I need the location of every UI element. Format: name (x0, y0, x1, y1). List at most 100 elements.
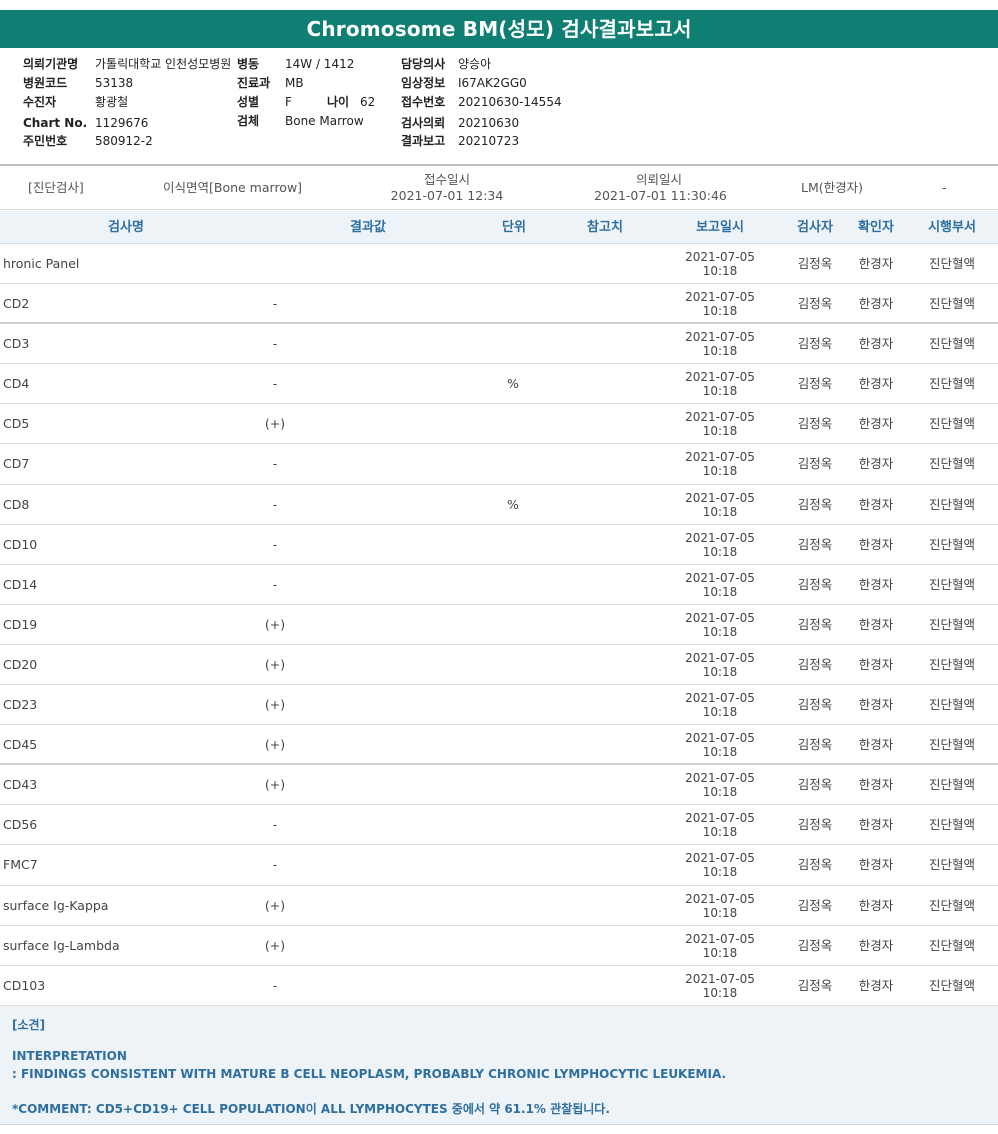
test-name: surface Ig-Kappa (3, 897, 109, 913)
clinical-info-value: I67AK2GG0 (458, 76, 527, 90)
report-datetime: 2021-07-05 10:18 (670, 565, 770, 605)
report-title: Chromosome BM(성모) 검사결과보고서 (0, 10, 998, 48)
dept-value: 진단혈액 (928, 296, 975, 312)
result-value: (+) (264, 416, 286, 432)
confirmer-value: 한경자 (858, 616, 894, 632)
unit-value (483, 324, 543, 364)
result-value: (+) (264, 777, 286, 793)
report-datetime: 2021-07-05 10:18 (670, 645, 770, 685)
requested-value: 2021-07-01 11:30:46 (594, 188, 727, 203)
unit-value (483, 966, 543, 1006)
hospital-code-value: 53138 (95, 76, 134, 90)
report-date: 2021-07-05 (685, 490, 755, 505)
result-report-label: 결과보고 (401, 134, 446, 148)
test-request-label: 검사의뢰 (401, 116, 446, 130)
report-date: 2021-07-05 (685, 771, 755, 786)
table-row: CD14 - 김정옥 한경자 진단혈액 2021-07-05 10:18 (0, 565, 998, 605)
interpretation-label: INTERPRETATION (12, 1049, 127, 1063)
patient-label: 수진자 (23, 95, 57, 109)
tester-value: 김정옥 (797, 817, 833, 833)
report-datetime: 2021-07-05 10:18 (670, 364, 770, 404)
report-time: 10:18 (702, 344, 738, 359)
institution-label: 의뢰기관명 (23, 57, 79, 71)
order-category: [진단검사] (28, 180, 84, 195)
tester-value: 김정옥 (797, 576, 833, 592)
tester-value: 김정옥 (797, 977, 833, 993)
report-date: 2021-07-05 (685, 450, 755, 465)
tester-value: 김정옥 (797, 857, 833, 873)
bottom-divider (0, 1124, 998, 1134)
result-value: - (272, 376, 278, 392)
confirmer-value: 한경자 (858, 817, 894, 833)
tester-value: 김정옥 (797, 416, 833, 432)
received-value: 2021-07-01 12:34 (390, 188, 504, 203)
col-tester-header: 검사자 (797, 220, 833, 235)
tester-value: 김정옥 (797, 336, 833, 352)
tester-value: 김정옥 (797, 937, 833, 953)
table-row: CD7 - 김정옥 한경자 진단혈액 2021-07-05 10:18 (0, 444, 998, 485)
confirmer-value: 한경자 (858, 456, 894, 472)
clinical-info-label: 임상정보 (401, 76, 446, 90)
department-label: 진료과 (237, 76, 271, 90)
age-label: 나이 (327, 95, 350, 109)
report-datetime: 2021-07-05 10:18 (670, 725, 770, 765)
report-date: 2021-07-05 (685, 530, 755, 545)
unit-value (483, 886, 543, 926)
doctor-label: 담당의사 (401, 57, 446, 71)
report-date: 2021-07-05 (685, 330, 755, 345)
confirmer-value: 한경자 (858, 697, 894, 713)
unit-value (483, 284, 543, 324)
requested-label: 의뢰일시 (635, 172, 682, 187)
resident-no-value: 580912-2 (95, 134, 153, 148)
receipt-no-label: 접수번호 (401, 95, 446, 109)
dept-value: 진단혈액 (928, 697, 975, 713)
unit-value (483, 444, 543, 484)
sex-label: 성별 (237, 95, 260, 109)
received-label: 접수일시 (423, 172, 470, 187)
dept-value: 진단혈액 (928, 536, 975, 552)
confirmer-value: 한경자 (858, 977, 894, 993)
dept-value: 진단혈액 (928, 456, 975, 472)
table-row: CD43 (+) 김정옥 한경자 진단혈액 2021-07-05 10:18 (0, 765, 998, 806)
chart-no-label: Chart No. (23, 116, 88, 130)
unit-value (483, 645, 543, 685)
result-value: - (272, 857, 278, 873)
table-row: CD2 - 김정옥 한경자 진단혈액 2021-07-05 10:18 (0, 284, 998, 325)
report-datetime: 2021-07-05 10:18 (670, 324, 770, 364)
sex-value: F (285, 95, 292, 109)
result-value: (+) (264, 656, 286, 672)
report-datetime: 2021-07-05 10:18 (670, 765, 770, 805)
result-value: (+) (264, 897, 286, 913)
receipt-no-value: 20210630-14554 (458, 95, 562, 109)
dept-value: 진단혈액 (928, 737, 975, 753)
col-reference-header: 참고치 (587, 220, 623, 235)
specimen-value: Bone Marrow (285, 114, 364, 128)
tester-value: 김정옥 (797, 496, 833, 512)
report-datetime: 2021-07-05 10:18 (670, 605, 770, 645)
report-date: 2021-07-05 (685, 290, 755, 305)
report-datetime: 2021-07-05 10:18 (670, 886, 770, 926)
report-time: 10:18 (702, 544, 738, 559)
tester-value: 김정옥 (797, 256, 833, 271)
dept-value: 진단혈액 (928, 576, 975, 592)
comment-text: *COMMENT: CD5+CD19+ CELL POPULATION이 ALL… (12, 1102, 610, 1116)
department-value: MB (285, 76, 304, 90)
table-row: CD56 - 김정옥 한경자 진단혈액 2021-07-05 10:18 (0, 805, 998, 846)
chart-no-value: 1129676 (95, 116, 149, 130)
report-time: 10:18 (702, 384, 738, 399)
table-row: FMC7 - 김정옥 한경자 진단혈액 2021-07-05 10:18 (0, 845, 998, 886)
report-datetime: 2021-07-05 10:18 (670, 966, 770, 1006)
specimen-label: 검체 (237, 114, 260, 128)
tester-value: 김정옥 (797, 456, 833, 472)
dept-value: 진단혈액 (928, 937, 975, 953)
unit-value (483, 605, 543, 645)
comment-heading: [소견] (12, 1018, 46, 1032)
report-datetime: 2021-07-05 10:18 (670, 485, 770, 525)
interpretation-text: : FINDINGS CONSISTENT WITH MATURE B CELL… (12, 1067, 727, 1081)
order-extra: - (942, 180, 947, 195)
report-date: 2021-07-05 (685, 731, 755, 746)
order-info: [진단검사] 이식면역[Bone marrow] 접수일시 2021-07-01… (0, 166, 998, 210)
dept-value: 진단혈액 (928, 817, 975, 833)
report-datetime: 2021-07-05 10:18 (670, 244, 770, 284)
lab-value: LM(한경자) (801, 180, 864, 195)
